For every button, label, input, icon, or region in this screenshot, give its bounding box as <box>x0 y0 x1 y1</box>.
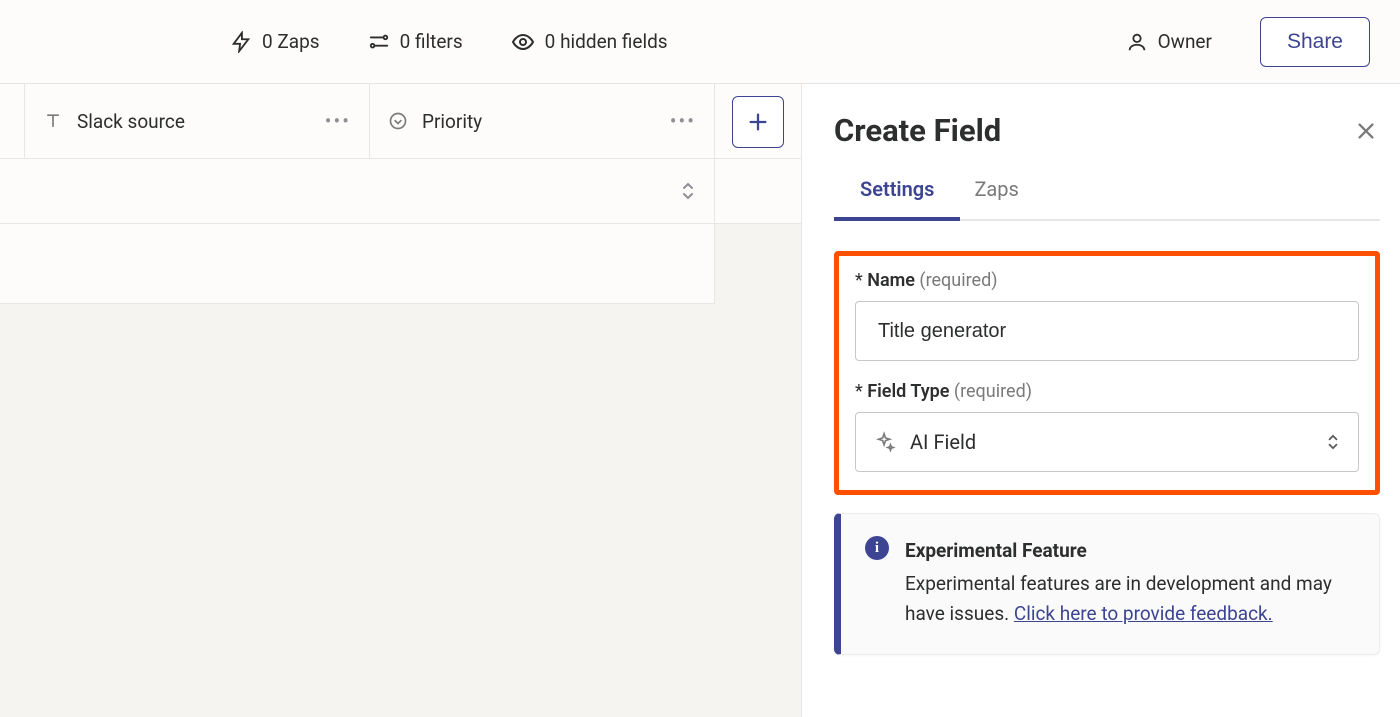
filters-count-label: 0 filters <box>400 30 463 53</box>
sort-icon <box>680 181 696 201</box>
sparkle-icon <box>874 431 896 453</box>
panel-title: Create Field <box>834 112 1001 149</box>
info-title: Experimental Feature <box>905 536 1355 565</box>
column-header-priority[interactable]: Priority ••• <box>370 84 715 158</box>
chevron-updown-icon <box>1326 432 1340 452</box>
name-input[interactable] <box>855 301 1359 361</box>
column-header-slack-source[interactable]: Slack source ••• <box>25 84 370 158</box>
owner-display[interactable]: Owner <box>1126 30 1212 53</box>
hidden-fields-label: 0 hidden fields <box>545 30 668 53</box>
create-field-panel: Create Field Settings Zaps * Name (requi… <box>802 84 1400 717</box>
person-icon <box>1126 31 1148 53</box>
zaps-count[interactable]: 0 Zaps <box>230 30 320 53</box>
hidden-fields-count[interactable]: 0 hidden fields <box>511 30 668 54</box>
field-type-value: AI Field <box>910 430 976 454</box>
zaps-count-label: 0 Zaps <box>262 30 320 53</box>
select-type-icon <box>388 111 408 131</box>
share-button[interactable]: Share <box>1260 17 1370 67</box>
eye-icon <box>511 30 535 54</box>
field-type-select[interactable]: AI Field <box>855 412 1359 472</box>
table-area: Slack source ••• Priority ••• <box>0 84 802 717</box>
add-column-button[interactable] <box>732 96 784 148</box>
column-label: Slack source <box>77 110 185 133</box>
tab-settings[interactable]: Settings <box>860 177 934 219</box>
close-button[interactable] <box>1352 117 1380 145</box>
zap-icon <box>230 31 252 53</box>
filters-count[interactable]: 0 filters <box>368 30 463 53</box>
filter-icon <box>368 31 390 53</box>
cell-priority[interactable] <box>370 159 715 223</box>
row-gutter <box>0 159 25 223</box>
highlighted-fields: * Name (required) * Field Type (required… <box>834 251 1380 495</box>
info-body: Experimental features are in development… <box>905 569 1355 628</box>
tab-zaps[interactable]: Zaps <box>974 177 1018 219</box>
owner-label: Owner <box>1158 30 1212 53</box>
text-type-icon <box>43 111 63 131</box>
empty-row-area[interactable] <box>0 224 715 304</box>
row-number-gutter <box>0 84 25 158</box>
name-label: * Name (required) <box>855 270 1359 291</box>
feedback-link[interactable]: Click here to provide feedback. <box>1014 602 1273 625</box>
cell-slack-source[interactable] <box>25 159 370 223</box>
field-type-label: * Field Type (required) <box>855 381 1359 402</box>
info-icon: i <box>865 536 889 560</box>
experimental-info: i Experimental Feature Experimental feat… <box>834 513 1380 655</box>
column-label: Priority <box>422 110 482 133</box>
column-menu-icon[interactable]: ••• <box>670 109 696 133</box>
column-menu-icon[interactable]: ••• <box>325 109 351 133</box>
